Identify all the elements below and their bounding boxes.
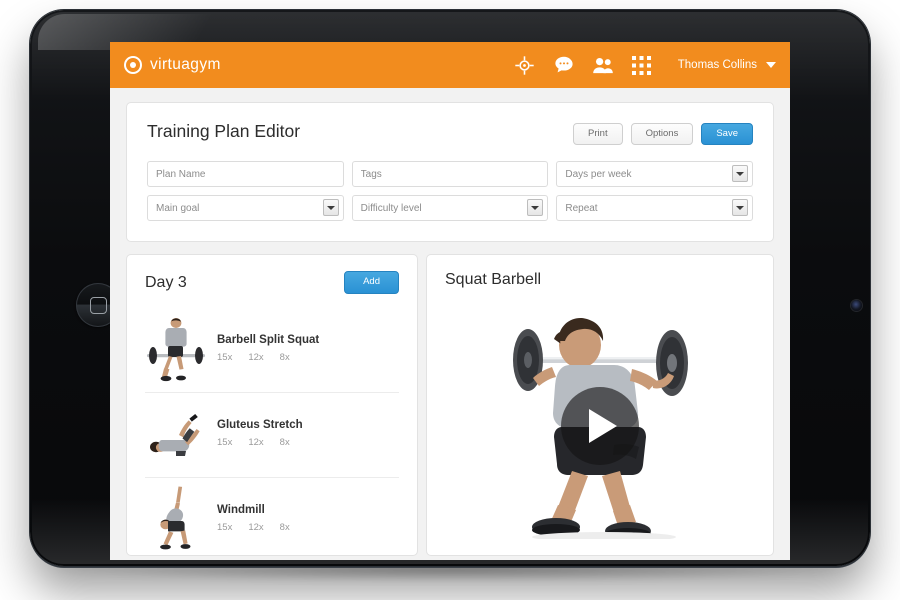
chevron-down-icon[interactable] <box>732 199 749 217</box>
exercise-reps: 15x 12x 8x <box>217 352 319 363</box>
print-button[interactable]: Print <box>573 123 623 146</box>
barbell-squat-animation[interactable] <box>445 295 755 541</box>
chat-icon[interactable] <box>553 54 575 76</box>
list-item[interactable]: Barbell Split Squat 15x 12x 8x <box>145 308 399 393</box>
lower-panels: Day 3 Add Barbell Split Squat 15x 12x 8x… <box>126 254 774 557</box>
barbell-split-squat-thumb <box>145 314 207 382</box>
exercise-name: Barbell Split Squat <box>217 334 320 347</box>
plan-fields-row-2: Main goal Difficulty level Repeat <box>147 195 754 222</box>
save-button[interactable]: Save <box>701 123 753 146</box>
play-triangle-icon <box>589 409 617 444</box>
rep-set: 12x <box>248 352 264 364</box>
tablet-device: virtuagym Thomas Collins Training Plan E… <box>30 10 870 566</box>
rep-set: 8x <box>279 522 290 534</box>
page-content: Training Plan Editor Print Options Save <box>110 88 790 557</box>
rep-set: 15x <box>217 352 233 364</box>
target-icon[interactable] <box>514 54 536 76</box>
day-panel-header: Day 3 Add <box>145 271 399 294</box>
tags-input[interactable] <box>351 161 549 188</box>
plan-name-input[interactable] <box>147 161 344 188</box>
brand-name: virtuagym <box>150 56 221 73</box>
editor-header: Training Plan Editor Print Options Save <box>147 121 753 146</box>
chevron-down-icon[interactable] <box>527 199 544 217</box>
exercise-video-title: Squat Barbell <box>445 271 542 289</box>
gluteus-stretch-thumb <box>145 399 207 467</box>
main-goal-select[interactable]: Main goal <box>147 195 344 222</box>
exercise-reps: 15x 12x 8x <box>217 437 303 448</box>
plan-fields: Days per week Main goal Difficulty level <box>147 161 754 222</box>
rep-set: 12x <box>248 522 264 534</box>
home-square-icon <box>89 296 107 314</box>
plan-fields-row-1: Days per week <box>147 161 754 188</box>
play-icon[interactable] <box>561 387 639 466</box>
main-goal-field: Main goal <box>147 195 344 222</box>
list-item[interactable]: Windmill 15x 12x 8x <box>145 478 399 556</box>
difficulty-level-field: Difficulty level <box>351 195 549 222</box>
exercise-name: Gluteus Stretch <box>217 419 303 432</box>
day-title: Day 3 <box>145 273 187 291</box>
exercise-name: Windmill <box>217 504 265 517</box>
exercise-video-panel: Squat Barbell <box>426 254 774 557</box>
virtuagym-target-logo-icon <box>124 56 142 74</box>
chevron-down-icon <box>766 62 776 68</box>
exercise-reps: 15x 12x 8x <box>217 522 290 533</box>
exercise-list: Barbell Split Squat 15x 12x 8x Gluteus S… <box>145 308 399 556</box>
repeat-field: Repeat <box>556 195 754 222</box>
rep-set: 12x <box>248 437 264 449</box>
exercise-info: Gluteus Stretch 15x 12x 8x <box>217 417 303 448</box>
rep-set: 8x <box>279 352 290 364</box>
rep-set: 8x <box>279 437 290 449</box>
tablet-screen: virtuagym Thomas Collins Training Plan E… <box>110 42 790 560</box>
day-exercises-panel: Day 3 Add Barbell Split Squat 15x 12x 8x… <box>126 254 418 557</box>
add-exercise-button[interactable]: Add <box>344 271 399 294</box>
rep-set: 15x <box>217 522 233 534</box>
chevron-down-icon[interactable] <box>322 199 339 217</box>
list-item[interactable]: Gluteus Stretch 15x 12x 8x <box>145 393 399 478</box>
days-per-week-select[interactable]: Days per week <box>556 161 754 188</box>
rep-set: 15x <box>217 437 233 449</box>
options-button[interactable]: Options <box>630 123 694 146</box>
screenshot-stage: virtuagym Thomas Collins Training Plan E… <box>0 0 900 600</box>
training-plan-editor-card: Training Plan Editor Print Options Save <box>126 102 774 243</box>
plan-name-field <box>147 161 344 188</box>
days-per-week-field: Days per week <box>556 161 754 188</box>
windmill-thumb <box>145 484 207 552</box>
editor-action-buttons: Print Options Save <box>573 121 753 146</box>
topbar-nav: Thomas Collins <box>514 54 776 76</box>
app-topbar: virtuagym Thomas Collins <box>110 42 790 88</box>
page-title: Training Plan Editor <box>147 121 301 141</box>
user-name-label: Thomas Collins <box>677 59 757 71</box>
apps-grid-icon[interactable] <box>631 54 653 76</box>
difficulty-level-select[interactable]: Difficulty level <box>351 195 549 222</box>
exercise-info: Windmill 15x 12x 8x <box>217 502 290 533</box>
repeat-select[interactable]: Repeat <box>556 195 754 222</box>
exercise-info: Barbell Split Squat 15x 12x 8x <box>217 332 319 363</box>
tags-field <box>351 161 549 188</box>
friends-icon[interactable] <box>592 54 614 76</box>
brand-logo[interactable]: virtuagym <box>124 56 221 74</box>
chevron-down-icon[interactable] <box>732 165 749 183</box>
user-menu[interactable]: Thomas Collins <box>678 59 776 71</box>
tablet-camera-icon <box>851 300 862 311</box>
